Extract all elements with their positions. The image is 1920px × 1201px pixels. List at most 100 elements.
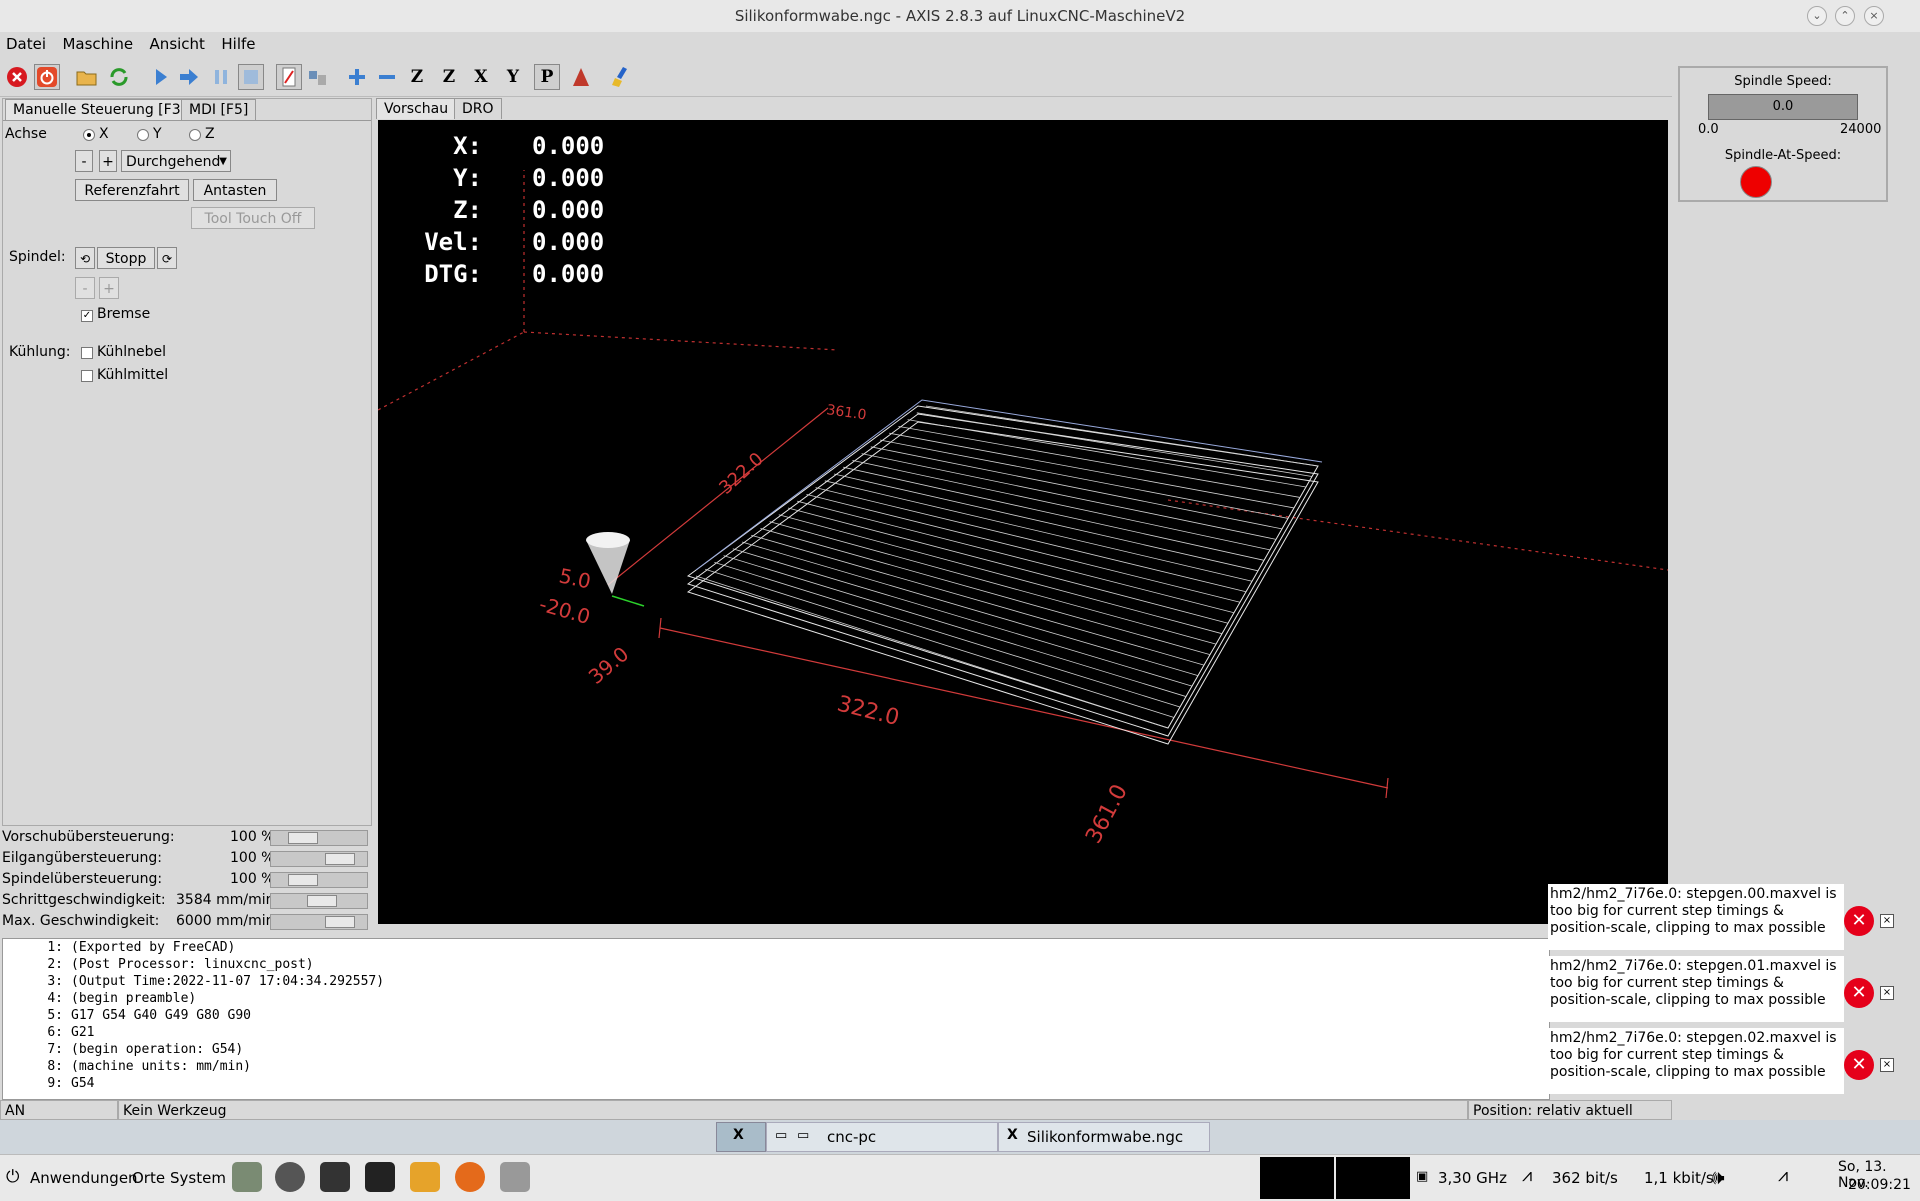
gcode-line-number: 5: [47,1008,63,1023]
feed-override-slider[interactable] [270,830,368,846]
brake-checkbox[interactable]: ✓ [81,310,93,322]
spindle-ccw-icon[interactable]: ⟲ [75,247,95,269]
task-axis-window[interactable]: X Silikonformwabe.ngc [998,1122,1210,1152]
menu-maschine[interactable]: Maschine [56,32,139,56]
slider-knob[interactable] [325,853,355,865]
jog-speed-slider[interactable] [270,893,368,909]
view-x-icon[interactable]: X [468,64,494,90]
close-notification-icon[interactable]: × [1880,914,1894,928]
applications-icon[interactable]: ⏻ [6,1167,19,1187]
error-icon: ✕ [1844,978,1874,1008]
slider-knob[interactable] [288,874,318,886]
jog-minus-button[interactable]: - [75,150,93,172]
firefox-icon[interactable] [455,1162,485,1192]
close-notification-icon[interactable]: × [1880,1058,1894,1072]
close-icon[interactable]: × [1864,6,1884,26]
gcode-line[interactable]: 6: G21 [3,1024,94,1041]
maximize-icon[interactable]: ⌃ [1835,6,1855,26]
gcode-line[interactable]: 2: (Post Processor: linuxcnc_post) [3,956,313,973]
tab-dro[interactable]: DRO [454,98,502,119]
slider-knob[interactable] [288,832,318,844]
globe-icon[interactable] [275,1162,305,1192]
run-icon[interactable] [148,64,174,90]
reload-icon[interactable] [106,64,132,90]
terminal-icon[interactable] [365,1162,395,1192]
rapid-override-slider[interactable] [270,851,368,867]
stop-icon[interactable] [238,64,264,90]
rotate-icon[interactable] [568,64,594,90]
menu-datei[interactable]: Datei [0,32,52,56]
gcode-line[interactable]: 7: (begin operation: G54) [3,1041,243,1058]
jog-plus-button[interactable]: + [99,150,117,172]
gcode-listing[interactable]: 1: (Exported by FreeCAD) 2: (Post Processor… [2,938,1550,1100]
spindle-minus-button[interactable]: - [75,277,95,299]
task-cnc-pc[interactable]: ▭ ▭ cnc-pc [766,1122,998,1152]
view-y-icon[interactable]: Y [500,64,526,90]
mist-checkbox[interactable] [81,347,93,359]
clock-time[interactable]: 20:09:21 [1848,1177,1911,1193]
menu-ansicht[interactable]: Ansicht [144,32,211,56]
tab-preview[interactable]: Vorschau [376,98,457,119]
freecad-icon[interactable] [410,1162,440,1192]
toolpath-line [705,568,1175,718]
axis-z-radio[interactable] [189,129,201,141]
view-y-label: Y [506,67,520,87]
cpu-graph [1260,1157,1334,1199]
slider-knob[interactable] [325,916,355,928]
tab-mdi[interactable]: MDI [F5] [181,99,257,120]
optional-stop-icon[interactable] [304,64,330,90]
spindle-speed-bar: 0.0 [1708,94,1858,120]
close-notification-icon[interactable]: × [1880,986,1894,1000]
touch-off-button[interactable]: Antasten [193,179,277,201]
axis-y-radio[interactable] [137,129,149,141]
view-z2-icon[interactable]: Z [436,64,462,90]
menu-applications[interactable]: Anwendungen [30,1169,138,1187]
task-strip: X ▭ ▭ cnc-pc X Silikonformwabe.ngc [0,1120,1920,1154]
slider-knob[interactable] [307,895,337,907]
zoom-in-icon[interactable] [344,64,370,90]
pause-icon[interactable] [208,64,234,90]
jog-mode-select[interactable]: Durchgehend ▼ [121,150,231,172]
menu-system[interactable]: System [170,1169,226,1187]
linuxcnc-icon[interactable] [500,1162,530,1192]
open-icon[interactable] [74,64,100,90]
menu-hilfe[interactable]: Hilfe [215,32,261,56]
dro-y-value: 0.000 [532,164,605,192]
block-delete-icon[interactable] [276,64,302,90]
step-icon[interactable] [176,64,202,90]
minimize-icon[interactable]: ⌄ [1807,6,1827,26]
gcode-line[interactable]: 8: (machine units: mm/min) [3,1058,251,1075]
spindle-cw-icon[interactable]: ⟳ [157,247,177,269]
flood-checkbox[interactable] [81,370,93,382]
spindle-override-slider[interactable] [270,872,368,888]
calculator-icon[interactable] [232,1162,262,1192]
inkscape-icon[interactable] [320,1162,350,1192]
menu-places[interactable]: Orte [132,1169,165,1187]
toolpath-preview[interactable]: 361.0 322.0 322.0 361.0 39.0 5.0 -20.0 X… [378,120,1668,924]
volume-icon[interactable]: 🕪 [1712,1165,1725,1189]
spindle-stop-button[interactable]: Stopp [97,247,155,269]
toolpath-line [723,555,1187,697]
spindle-label: Spindel: [9,249,66,265]
home-button[interactable]: Referenzfahrt [75,179,189,201]
spindle-plus-button[interactable]: + [99,277,119,299]
tool-touch-off-button[interactable]: Tool Touch Off [191,207,315,229]
view-p-icon[interactable]: P [534,64,560,90]
gcode-line[interactable]: 4: (begin preamble) [3,990,196,1007]
gcode-line[interactable]: 5: G17 G54 G40 G49 G80 G90 [3,1007,251,1024]
max-velocity-label: Max. Geschwindigkeit: [2,913,160,929]
x-window-icon[interactable]: X [716,1122,766,1152]
max-velocity-slider[interactable] [270,914,368,930]
network-manager-icon[interactable]: ⩘ [1778,1165,1788,1186]
clear-backplot-icon[interactable] [608,64,634,90]
gcode-line[interactable]: 9: G54 [3,1075,94,1092]
axis-x-radio[interactable] [83,129,95,141]
power-icon[interactable] [34,64,60,90]
tab-manual-control[interactable]: Manuelle Steuerung [F3] [5,99,195,120]
gcode-line[interactable]: 1: (Exported by FreeCAD) [3,939,235,956]
tool-status: Kein Werkzeug [118,1100,1468,1120]
zoom-out-icon[interactable] [374,64,400,90]
gcode-line[interactable]: 3: (Output Time:2022-11-07 17:04:34.29255… [3,973,384,990]
estop-icon[interactable] [4,64,30,90]
view-z-icon[interactable]: Z [404,64,430,90]
